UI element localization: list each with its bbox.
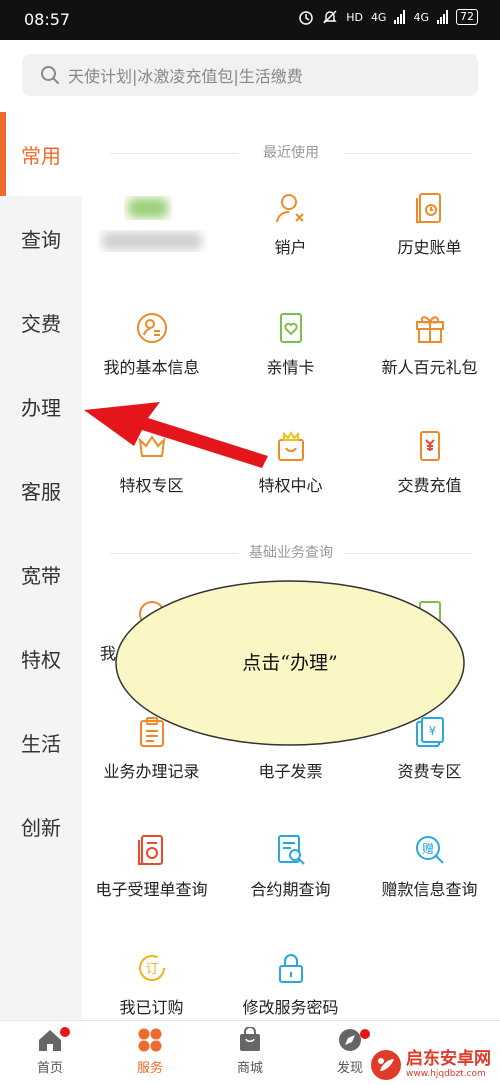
sidebar-item-customer-service[interactable]: 客服 [0, 448, 82, 532]
tile-recharge[interactable]: 交费充值 [360, 430, 499, 548]
sidebar-item-handle[interactable]: 办理 [0, 364, 82, 448]
tile-cancel-account[interactable]: 销户 [221, 192, 360, 310]
tile-label: 销户 [274, 238, 307, 257]
tab-service[interactable]: 服务 [100, 1027, 200, 1085]
signal-2-icon [437, 10, 448, 24]
service-grid-icon [138, 1028, 162, 1052]
status-bar: 08:57 HD 4G 4G 72 [0, 0, 500, 40]
tile-label: 电子受理单查询 [95, 880, 208, 899]
tile-label: 特权中心 [258, 476, 323, 495]
sidebar-item-life[interactable]: 生活 [0, 700, 82, 784]
tile-label: 历史账单 [397, 238, 462, 257]
site-watermark: 启东安卓网 www.hjqdbzt.com [370, 1046, 500, 1084]
family-card-icon [280, 313, 302, 343]
watermark-logo-icon [371, 1050, 401, 1080]
tile-label: 合约期查询 [250, 880, 331, 899]
sidebar-item-common[interactable]: 常用 [0, 112, 82, 196]
notification-dot [360, 1029, 370, 1039]
shopping-bag-icon [240, 1027, 260, 1051]
annotation-text: 点击“办理” [242, 652, 338, 674]
hd-label: HD [346, 10, 363, 24]
tile-label: 修改服务密码 [242, 998, 339, 1017]
tile-label: 特权专区 [119, 476, 184, 495]
tile-label: 交费充值 [397, 476, 462, 495]
svg-text:赠: 赠 [422, 842, 434, 856]
search-icon [41, 66, 59, 84]
mute-bell-icon [323, 10, 337, 24]
tab-home[interactable]: 首页 [0, 1027, 100, 1085]
svg-text:订: 订 [145, 962, 158, 977]
watermark-url: www.hjqdbzt.com [406, 1069, 486, 1079]
tile-label: 我已订购 [119, 998, 184, 1017]
top-bar: 天使计划|冰激凌充值包|生活缴费 [0, 40, 500, 112]
tab-label: 商城 [236, 1061, 263, 1076]
tile-label: 亲情卡 [266, 358, 315, 377]
sidebar-item-payment[interactable]: 交费 [0, 280, 82, 364]
sidebar-item-privilege[interactable]: 特权 [0, 616, 82, 700]
red-arrow-annotation [84, 402, 268, 468]
notification-dot [60, 1027, 70, 1037]
tile-gift-query[interactable]: 赠 赠款信息查询 [360, 834, 499, 952]
receipt-icon [138, 835, 163, 865]
tile-label: 我的基本信息 [103, 358, 200, 377]
tile-history-bill[interactable]: 历史账单 [360, 192, 499, 310]
gift-money-search-icon: 赠 [416, 836, 444, 864]
service-content: 最近使用 销户 历史账单 我的基本信息 亲情卡 新人百元礼包 特权专区 特权中心… [82, 112, 500, 1020]
privilege-bag-icon [278, 431, 304, 461]
network-4g-1: 4G [370, 10, 387, 24]
section-title-basic: 基础业务查询 [82, 542, 500, 564]
watermark-title: 启东安卓网 [406, 1049, 491, 1069]
document-search-icon [278, 835, 305, 865]
lock-icon [279, 954, 303, 983]
network-4g-2: 4G [413, 10, 429, 24]
search-placeholder: 天使计划|冰激凌充值包|生活缴费 [68, 67, 303, 86]
status-time: 08:57 [24, 10, 71, 29]
tile-label: 赠款信息查询 [381, 880, 478, 899]
compass-icon [339, 1029, 361, 1051]
category-sidebar: 常用 查询 交费 办理 客服 宽带 特权 生活 创新 [0, 112, 82, 1020]
gift-icon [416, 316, 444, 343]
tile-e-receipt[interactable]: 电子受理单查询 [82, 834, 221, 952]
tile-label: 电子发票 [258, 762, 323, 781]
alarm-icon [299, 11, 313, 25]
status-icons: HD 4G 4G 72 [298, 9, 478, 25]
battery-icon: 72 [456, 9, 478, 25]
tab-mall[interactable]: 商城 [200, 1027, 300, 1085]
tab-label: 服务 [136, 1061, 163, 1076]
signal-1-icon [394, 10, 406, 24]
sidebar-item-broadband[interactable]: 宽带 [0, 532, 82, 616]
tab-label: 首页 [36, 1061, 63, 1076]
tile-label: 资费专区 [397, 762, 462, 781]
sidebar-item-innovation[interactable]: 创新 [0, 784, 82, 868]
user-cancel-icon [276, 194, 304, 223]
subscribe-icon: 订 [139, 955, 165, 981]
tile-label: 新人百元礼包 [381, 358, 478, 377]
phone-recharge-icon [420, 431, 440, 461]
bill-history-icon [416, 193, 441, 223]
sidebar-item-query[interactable]: 查询 [0, 196, 82, 280]
blurred-tile-icon [102, 198, 202, 250]
search-input[interactable]: 天使计划|冰激凌充值包|生活缴费 [22, 54, 478, 96]
section-title-recent: 最近使用 [82, 142, 500, 164]
tile-label: 业务办理记录 [103, 762, 200, 781]
tile-contract-query[interactable]: 合约期查询 [221, 834, 360, 952]
tile-new-gift[interactable]: 新人百元礼包 [360, 312, 499, 430]
profile-info-icon [137, 313, 167, 343]
